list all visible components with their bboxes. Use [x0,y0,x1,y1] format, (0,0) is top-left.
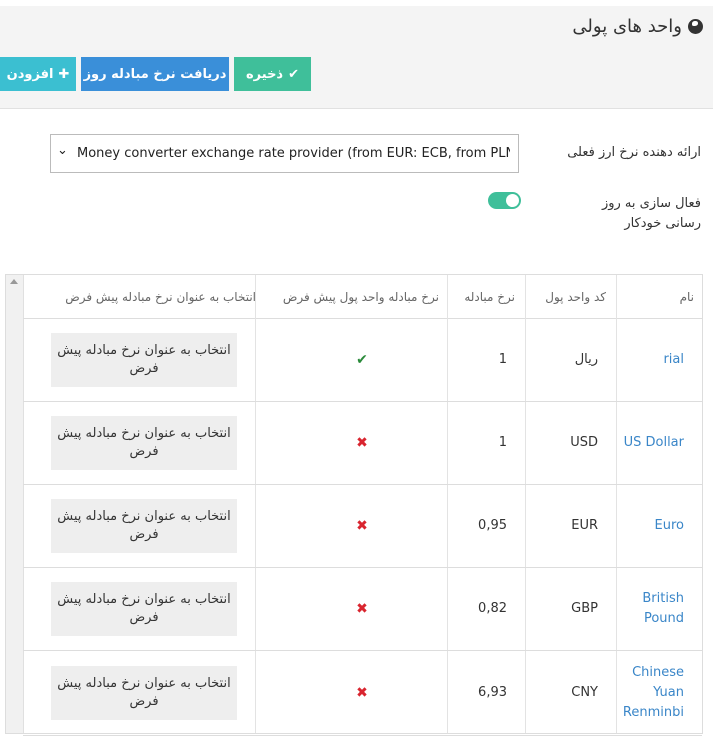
exchange-rate: 0,95 [478,518,507,533]
page-title: واحد های پولی [572,16,703,37]
provider-label: ارائه دهنده نرخ ارز فعلی [567,145,701,160]
set-default-button[interactable]: انتخاب به عنوان نرخ مبادله پیش فرض [51,499,237,553]
provider-value: Money converter exchange rate provider (… [77,146,510,161]
cross-icon: ✖ [356,434,368,451]
plus-icon: ✚ [58,66,70,82]
table-row: rial ریال 1 ✔ انتخاب به عنوان نرخ مبادله… [23,318,702,402]
exchange-rate: 1 [498,435,507,450]
currency-table: نام کد واحد پول نرخ مبادله نرخ مبادله وا… [5,274,703,736]
save-button-label: ذخیره [246,66,284,82]
col-header-name[interactable]: نام [680,290,694,304]
currency-code: ریال [574,352,598,367]
page-title-text: واحد های پولی [572,16,682,37]
col-header-select[interactable]: انتخاب به عنوان نرخ مبادله پیش فرض [65,290,256,304]
add-button[interactable]: ✚ افزودن [0,57,76,91]
currency-code: USD [570,435,598,450]
exchange-rate: 1 [498,352,507,367]
add-button-label: افزودن [6,66,54,82]
col-header-rate[interactable]: نرخ مبادله [464,290,515,304]
table-row: US Dollar USD 1 ✖ انتخاب به عنوان نرخ مب… [23,401,702,485]
cross-icon: ✖ [356,600,368,617]
currency-code: CNY [571,685,598,700]
currency-name-link[interactable]: US Dollar [614,401,684,484]
set-default-button[interactable]: انتخاب به عنوان نرخ مبادله پیش فرض [51,416,237,470]
currency-name-link[interactable]: Euro [614,484,684,567]
globe-icon [688,19,703,34]
table-row: Chinese Yuan Renminbi CNY 6,93 ✖ انتخاب … [23,650,702,736]
check-icon: ✔ [288,66,300,82]
set-default-button[interactable]: انتخاب به عنوان نرخ مبادله پیش فرض [51,666,237,720]
table-row: British Pound GBP 0,82 ✖ انتخاب به عنوان… [23,567,702,651]
cross-icon: ✖ [356,684,368,701]
currency-name-link[interactable]: British Pound [614,567,684,650]
exchange-rate: 6,93 [478,685,507,700]
fetch-rates-button[interactable]: دریافت نرخ مبادله روز [81,57,229,91]
auto-update-toggle[interactable] [488,192,521,209]
currency-code: GBP [571,601,598,616]
currency-name-link[interactable]: rial [614,318,684,401]
col-header-code[interactable]: کد واحد پول [545,290,606,304]
fetch-rates-label: دریافت نرخ مبادله روز [83,66,227,82]
check-icon: ✔ [356,351,368,368]
page-header: واحد های پولی ✔ ذخیره دریافت نرخ مبادله … [0,6,713,109]
table-scrollbar[interactable] [6,275,24,733]
chevron-down-icon: ⌄ [57,143,68,158]
table-header: نام کد واحد پول نرخ مبادله نرخ مبادله وا… [23,275,702,319]
cross-icon: ✖ [356,517,368,534]
currency-name-link[interactable]: Chinese Yuan Renminbi [614,650,684,735]
provider-select[interactable]: ⌄ Money converter exchange rate provider… [50,134,519,173]
exchange-rate: 0,82 [478,601,507,616]
scroll-up-arrow-icon[interactable] [10,279,18,284]
set-default-button[interactable]: انتخاب به عنوان نرخ مبادله پیش فرض [51,333,237,387]
table-row: Euro EUR 0,95 ✖ انتخاب به عنوان نرخ مباد… [23,484,702,568]
auto-update-label: فعال سازی به روز رسانی خودکار [601,196,701,231]
save-button[interactable]: ✔ ذخیره [234,57,311,91]
set-default-button[interactable]: انتخاب به عنوان نرخ مبادله پیش فرض [51,582,237,636]
col-header-default[interactable]: نرخ مبادله واحد پول پیش فرض [283,290,439,304]
currency-code: EUR [571,518,598,533]
